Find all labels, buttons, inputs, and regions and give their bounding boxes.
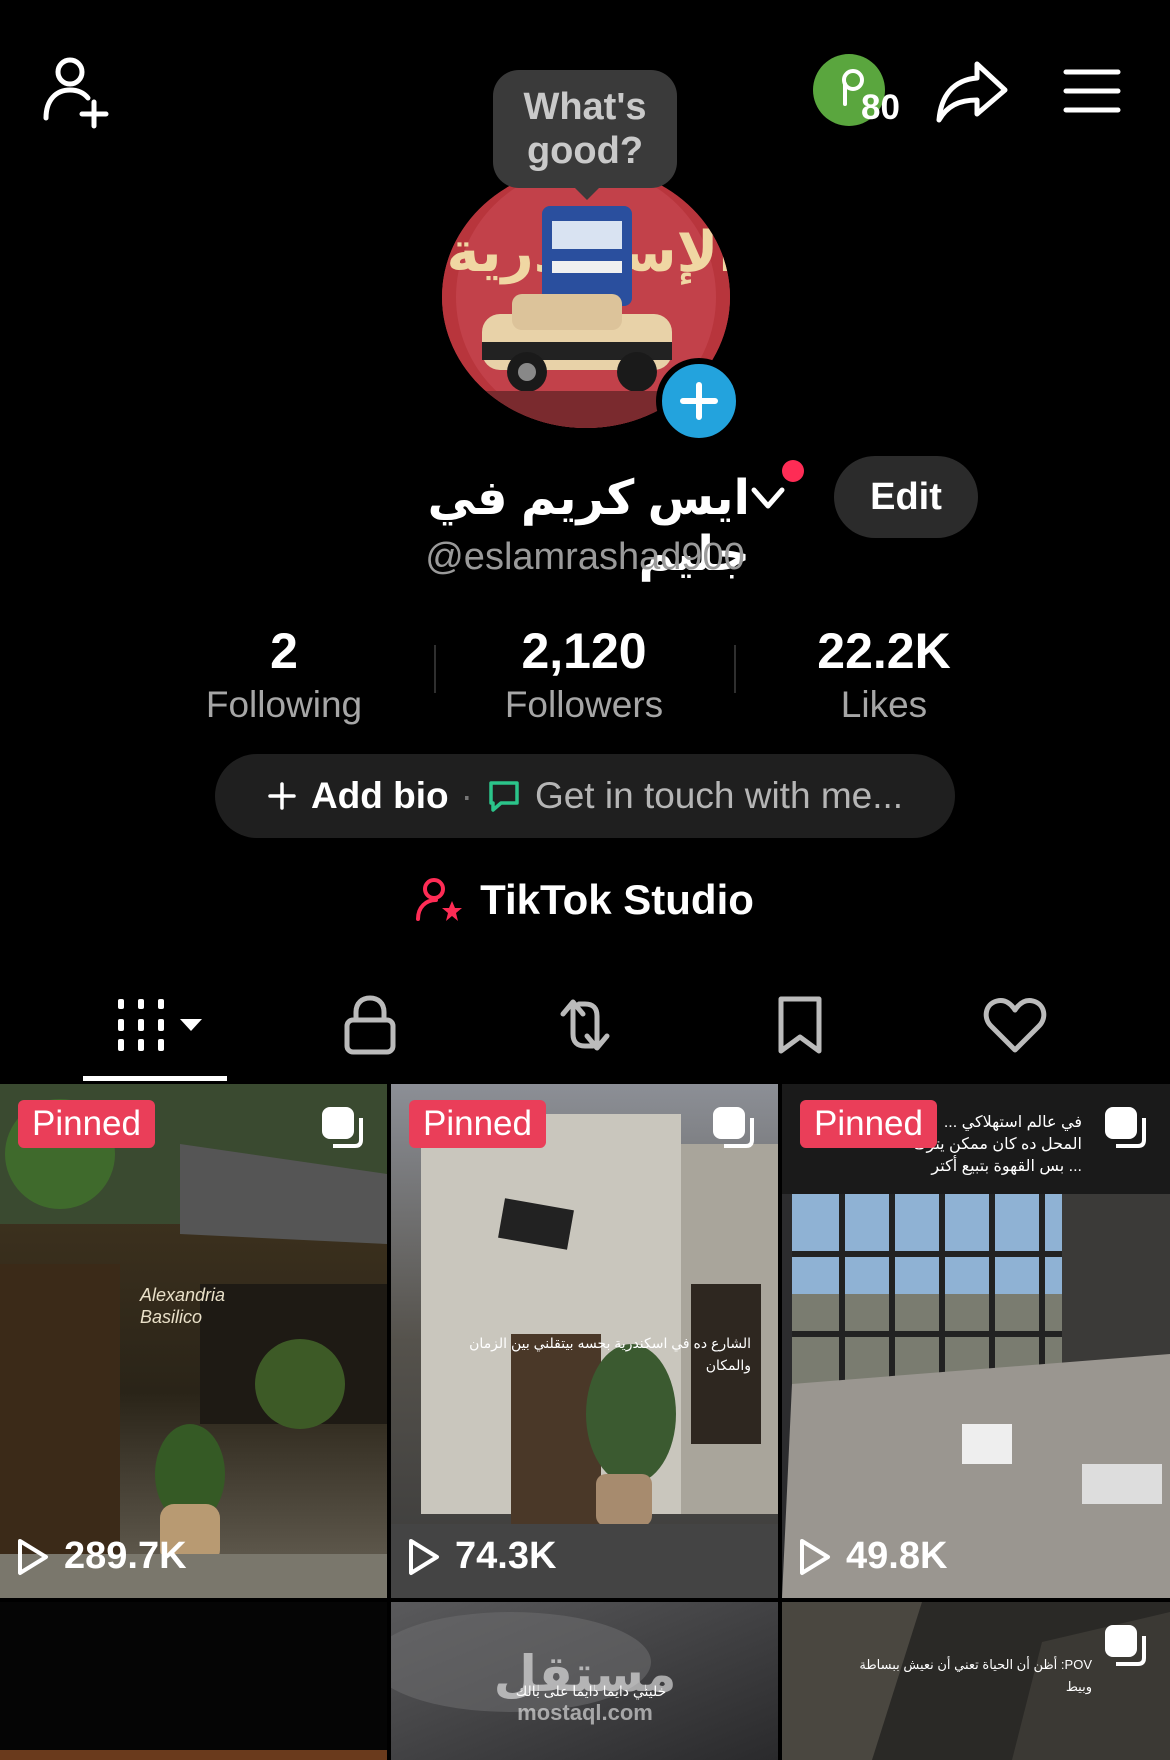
- bio-bar[interactable]: Add bio · Get in touch with me...: [215, 754, 955, 838]
- menu-icon[interactable]: [1062, 66, 1122, 116]
- stat-value: 2: [270, 623, 298, 679]
- stat-value: 2,120: [521, 623, 647, 679]
- lock-icon: [344, 995, 396, 1055]
- chevron-down-icon[interactable]: [748, 478, 788, 518]
- tab-reposts[interactable]: [545, 990, 625, 1060]
- pinned-badge: Pinned: [18, 1100, 155, 1148]
- play-icon: [409, 1538, 439, 1575]
- stat-label: Following: [205, 684, 363, 725]
- stat-value: 22.2K: [817, 623, 951, 679]
- multi-image-icon: [1105, 1107, 1146, 1148]
- username-handle: @eslamrashad900: [425, 536, 745, 578]
- notification-dot: [782, 460, 804, 482]
- studio-label: TikTok Studio: [480, 876, 754, 923]
- pinned-badge: Pinned: [409, 1100, 546, 1148]
- video-thumbnail[interactable]: الشارع ده في اسكندرية بحسه بيتقلني بين ا…: [391, 1084, 778, 1598]
- coins-badge[interactable]: 80: [813, 54, 913, 134]
- tooltip-bubble[interactable]: What's good?: [493, 70, 677, 188]
- thumbnail-image: [0, 1084, 387, 1598]
- view-count: 49.8K: [798, 1535, 947, 1578]
- tab-favorites[interactable]: [760, 990, 840, 1060]
- plus-icon: [268, 782, 296, 810]
- watermark-arabic: مستقل: [493, 1646, 677, 1702]
- watermark: مستقل mostaql.com: [465, 1648, 705, 1726]
- stat-label: Likes: [840, 684, 928, 725]
- multi-image-icon: [713, 1107, 754, 1148]
- heart-icon: [983, 998, 1047, 1053]
- tab-private[interactable]: [330, 990, 410, 1060]
- tab-videos[interactable]: [110, 990, 210, 1060]
- add-bio-button[interactable]: Add bio: [311, 775, 449, 817]
- chat-bubble-icon: [489, 781, 519, 812]
- multi-image-icon: [322, 1107, 363, 1148]
- add-friend-icon[interactable]: [38, 52, 118, 132]
- video-caption: Alexandria Basilico: [140, 1285, 226, 1327]
- play-icon: [800, 1538, 830, 1575]
- view-count-value: 49.8K: [846, 1535, 948, 1577]
- stat-likes[interactable]: 22.2K Likes: [734, 622, 1034, 726]
- add-story-button[interactable]: [656, 358, 742, 444]
- stat-following[interactable]: 2 Following: [134, 622, 434, 726]
- bookmark-icon: [778, 996, 822, 1054]
- view-count: 74.3K: [407, 1535, 556, 1578]
- view-count-value: 74.3K: [455, 1535, 557, 1577]
- video-thumbnail[interactable]: POV: أظن أن الحياة تعني أن نعيش ببساطة و…: [782, 1602, 1170, 1760]
- view-count: 289.7K: [16, 1535, 187, 1578]
- multi-image-icon: [1105, 1625, 1146, 1666]
- stat-label: Followers: [504, 684, 664, 725]
- contact-link[interactable]: Get in touch with me...: [535, 775, 903, 817]
- edit-profile-button[interactable]: Edit: [834, 456, 978, 538]
- share-icon[interactable]: [935, 58, 1011, 128]
- video-caption: POV: أظن أن الحياة تعني أن نعيش ببساطة و…: [859, 1657, 1092, 1694]
- play-icon: [18, 1538, 48, 1575]
- view-count-value: 289.7K: [64, 1535, 187, 1577]
- watermark-latin: mostaql.com: [517, 1700, 653, 1725]
- video-thumbnail[interactable]: في عالم استهلاكي ... المحل ده كان ممكن ي…: [782, 1084, 1170, 1598]
- repost-icon: [560, 999, 610, 1051]
- bio-separator: ·: [460, 775, 473, 816]
- coin-count: 80: [861, 88, 900, 127]
- tab-liked[interactable]: [975, 990, 1055, 1060]
- video-thumbnail[interactable]: [0, 1602, 387, 1760]
- grid-icon: [118, 999, 202, 1051]
- video-caption: الشارع ده في اسكندرية بحسه بيتقلني بين ا…: [469, 1335, 751, 1373]
- studio-icon: [416, 878, 463, 921]
- tooltip-tail: [573, 186, 601, 200]
- stat-followers[interactable]: 2,120 Followers: [434, 622, 734, 726]
- tiktok-studio-link[interactable]: TikTok Studio: [0, 876, 1170, 924]
- pinned-badge: Pinned: [800, 1100, 937, 1148]
- video-thumbnail[interactable]: Alexandria Basilico Pinned 289.7K: [0, 1084, 387, 1598]
- active-tab-indicator: [83, 1076, 227, 1081]
- thumbnail-image: [0, 1602, 387, 1760]
